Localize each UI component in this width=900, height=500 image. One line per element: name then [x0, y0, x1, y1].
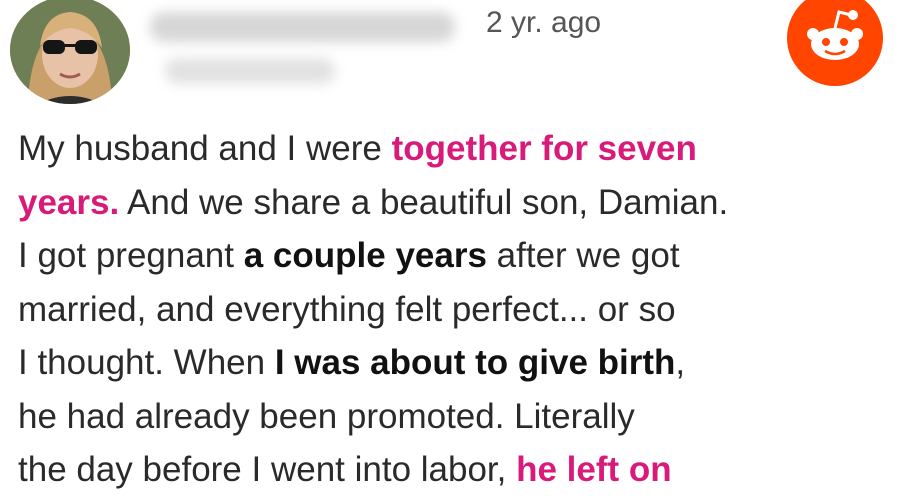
username-blurred[interactable] [150, 12, 455, 42]
post-line: My husband and I were together for seven [18, 122, 888, 176]
post-timestamp: 2 yr. ago [486, 6, 602, 39]
body-text: married, and everything felt perfect... … [18, 289, 676, 329]
body-text: he had already been promoted. Literally [18, 396, 635, 436]
post-line: years. And we share a beautiful son, Dam… [18, 176, 888, 230]
highlighted-text: years. [18, 182, 120, 222]
bold-text: a couple years [243, 236, 487, 275]
avatar[interactable] [10, 0, 130, 104]
post-body: My husband and I were together for seven… [18, 122, 888, 497]
user-subtitle-blurred [165, 58, 335, 84]
highlighted-text: together for seven [391, 129, 697, 168]
post-line: he had already been promoted. Literally [18, 390, 888, 444]
avatar-photo [10, 0, 130, 104]
body-text: I got pregnant [18, 236, 244, 275]
body-text: I thought. When [18, 343, 275, 382]
highlighted-text: he left on [516, 450, 672, 489]
body-text: after we got [486, 236, 680, 275]
post-line: I thought. When I was about to give birt… [18, 336, 888, 390]
bold-text: I was about to give birth [274, 343, 676, 382]
body-text: the day before I went into labor, [18, 450, 517, 489]
body-text: , [675, 343, 686, 382]
post-line: I got pregnant a couple years after we g… [18, 229, 888, 283]
post-line: married, and everything felt perfect... … [18, 283, 888, 337]
body-text: And we share a beautiful son, Damian. [119, 182, 729, 222]
reddit-logo-icon [787, 0, 883, 86]
post-line: the day before I went into labor, he lef… [18, 443, 888, 497]
body-text: My husband and I were [18, 129, 392, 168]
